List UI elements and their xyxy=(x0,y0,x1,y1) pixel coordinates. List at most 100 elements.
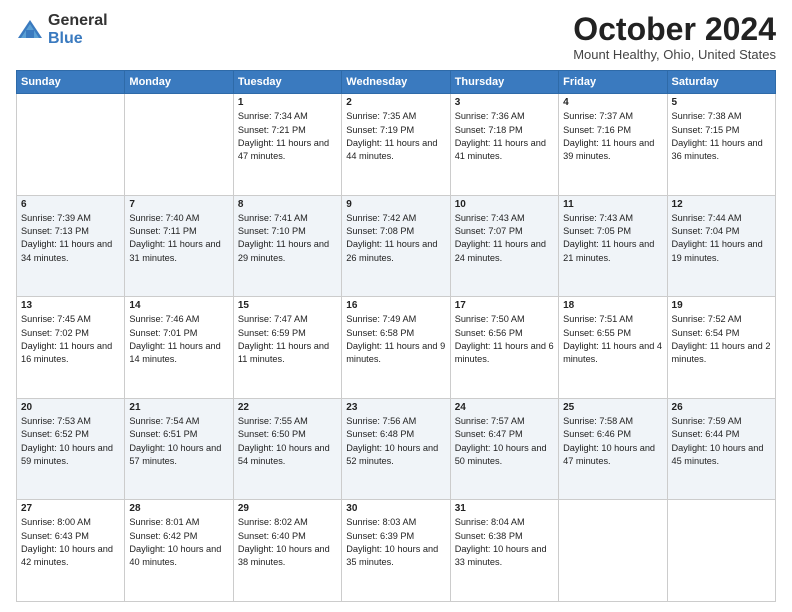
calendar-cell: 28 Sunrise: 8:01 AM Sunset: 6:42 PM Dayli… xyxy=(125,500,233,602)
day-info: Sunrise: 7:54 AM Sunset: 6:51 PM Dayligh… xyxy=(129,415,228,468)
main-title: October 2024 xyxy=(573,12,776,47)
calendar-cell: 17Sunrise: 7:50 AM Sunset: 6:56 PM Dayli… xyxy=(450,297,558,399)
day-info: Sunrise: 7:58 AM Sunset: 6:46 PM Dayligh… xyxy=(563,415,662,468)
day-number: 25 xyxy=(563,402,662,413)
calendar-cell: 20 Sunrise: 7:53 AM Sunset: 6:52 PM Dayli… xyxy=(17,398,125,500)
calendar-cell: 21 Sunrise: 7:54 AM Sunset: 6:51 PM Dayli… xyxy=(125,398,233,500)
day-info: Sunrise: 7:45 AM Sunset: 7:02 PM Dayligh… xyxy=(21,313,120,366)
day-number: 10 xyxy=(455,199,554,210)
calendar-cell: 7Sunrise: 7:40 AM Sunset: 7:11 PM Daylig… xyxy=(125,195,233,297)
calendar-cell: 15 Sunrise: 7:47 AM Sunset: 6:59 PM Dayli… xyxy=(233,297,341,399)
calendar-cell: 18Sunrise: 7:51 AM Sunset: 6:55 PM Dayli… xyxy=(559,297,667,399)
title-block: October 2024 Mount Healthy, Ohio, United… xyxy=(573,12,776,62)
calendar-cell: 19Sunrise: 7:52 AM Sunset: 6:54 PM Dayli… xyxy=(667,297,775,399)
day-info: Sunrise: 7:38 AM Sunset: 7:15 PM Dayligh… xyxy=(672,110,771,163)
day-info: Sunrise: 7:44 AM Sunset: 7:04 PM Dayligh… xyxy=(672,212,771,265)
day-number: 15 xyxy=(238,300,337,311)
day-number: 30 xyxy=(346,503,445,514)
calendar-cell: 24 Sunrise: 7:57 AM Sunset: 6:47 PM Dayli… xyxy=(450,398,558,500)
day-number: 5 xyxy=(672,97,771,108)
day-info: Sunrise: 8:00 AM Sunset: 6:43 PM Dayligh… xyxy=(21,516,120,569)
header: General Blue October 2024 Mount Healthy,… xyxy=(16,12,776,62)
calendar-cell: 16 Sunrise: 7:49 AM Sunset: 6:58 PM Dayli… xyxy=(342,297,450,399)
day-number: 16 xyxy=(346,300,445,311)
day-number: 18 xyxy=(563,300,662,311)
day-info: Sunrise: 7:42 AM Sunset: 7:08 PM Dayligh… xyxy=(346,212,445,265)
day-number: 3 xyxy=(455,97,554,108)
calendar-cell: 29Sunrise: 8:02 AM Sunset: 6:40 PM Dayli… xyxy=(233,500,341,602)
calendar-cell: 26Sunrise: 7:59 AM Sunset: 6:44 PM Dayli… xyxy=(667,398,775,500)
day-info: Sunrise: 7:43 AM Sunset: 7:05 PM Dayligh… xyxy=(563,212,662,265)
calendar-table: Sunday Monday Tuesday Wednesday Thursday… xyxy=(16,70,776,602)
week-row-2: 6Sunrise: 7:39 AM Sunset: 7:13 PM Daylig… xyxy=(17,195,776,297)
day-info: Sunrise: 8:01 AM Sunset: 6:42 PM Dayligh… xyxy=(129,516,228,569)
day-number: 6 xyxy=(21,199,120,210)
week-row-3: 13 Sunrise: 7:45 AM Sunset: 7:02 PM Dayli… xyxy=(17,297,776,399)
week-row-1: 1 Sunrise: 7:34 AM Sunset: 7:21 PM Daylig… xyxy=(17,94,776,196)
day-info: Sunrise: 7:49 AM Sunset: 6:58 PM Dayligh… xyxy=(346,313,445,366)
calendar-cell xyxy=(559,500,667,602)
logo-general-text: General xyxy=(48,12,108,30)
day-number: 22 xyxy=(238,402,337,413)
day-number: 2 xyxy=(346,97,445,108)
day-number: 7 xyxy=(129,199,228,210)
day-number: 23 xyxy=(346,402,445,413)
day-info: Sunrise: 7:47 AM Sunset: 6:59 PM Dayligh… xyxy=(238,313,337,366)
col-wednesday: Wednesday xyxy=(342,71,450,94)
calendar-cell: 2 Sunrise: 7:35 AM Sunset: 7:19 PM Daylig… xyxy=(342,94,450,196)
calendar-cell: 23 Sunrise: 7:56 AM Sunset: 6:48 PM Dayli… xyxy=(342,398,450,500)
col-saturday: Saturday xyxy=(667,71,775,94)
day-info: Sunrise: 7:52 AM Sunset: 6:54 PM Dayligh… xyxy=(672,313,771,366)
week-row-5: 27 Sunrise: 8:00 AM Sunset: 6:43 PM Dayli… xyxy=(17,500,776,602)
calendar-cell: 10 Sunrise: 7:43 AM Sunset: 7:07 PM Dayli… xyxy=(450,195,558,297)
header-row: Sunday Monday Tuesday Wednesday Thursday… xyxy=(17,71,776,94)
day-number: 31 xyxy=(455,503,554,514)
calendar-cell: 12 Sunrise: 7:44 AM Sunset: 7:04 PM Dayli… xyxy=(667,195,775,297)
day-number: 13 xyxy=(21,300,120,311)
day-info: Sunrise: 7:35 AM Sunset: 7:19 PM Dayligh… xyxy=(346,110,445,163)
day-info: Sunrise: 7:55 AM Sunset: 6:50 PM Dayligh… xyxy=(238,415,337,468)
day-number: 8 xyxy=(238,199,337,210)
calendar-cell: 27 Sunrise: 8:00 AM Sunset: 6:43 PM Dayli… xyxy=(17,500,125,602)
day-number: 21 xyxy=(129,402,228,413)
day-info: Sunrise: 8:03 AM Sunset: 6:39 PM Dayligh… xyxy=(346,516,445,569)
col-friday: Friday xyxy=(559,71,667,94)
calendar-cell: 1 Sunrise: 7:34 AM Sunset: 7:21 PM Daylig… xyxy=(233,94,341,196)
calendar-cell xyxy=(667,500,775,602)
day-number: 17 xyxy=(455,300,554,311)
day-number: 20 xyxy=(21,402,120,413)
calendar-cell: 6Sunrise: 7:39 AM Sunset: 7:13 PM Daylig… xyxy=(17,195,125,297)
day-info: Sunrise: 7:56 AM Sunset: 6:48 PM Dayligh… xyxy=(346,415,445,468)
day-info: Sunrise: 7:37 AM Sunset: 7:16 PM Dayligh… xyxy=(563,110,662,163)
calendar-cell: 25 Sunrise: 7:58 AM Sunset: 6:46 PM Dayli… xyxy=(559,398,667,500)
day-info: Sunrise: 7:46 AM Sunset: 7:01 PM Dayligh… xyxy=(129,313,228,366)
calendar-cell: 14 Sunrise: 7:46 AM Sunset: 7:01 PM Dayli… xyxy=(125,297,233,399)
day-number: 4 xyxy=(563,97,662,108)
calendar-cell xyxy=(17,94,125,196)
col-monday: Monday xyxy=(125,71,233,94)
day-number: 24 xyxy=(455,402,554,413)
calendar-cell: 30 Sunrise: 8:03 AM Sunset: 6:39 PM Dayli… xyxy=(342,500,450,602)
col-tuesday: Tuesday xyxy=(233,71,341,94)
day-info: Sunrise: 7:34 AM Sunset: 7:21 PM Dayligh… xyxy=(238,110,337,163)
day-info: Sunrise: 7:53 AM Sunset: 6:52 PM Dayligh… xyxy=(21,415,120,468)
calendar-cell: 22 Sunrise: 7:55 AM Sunset: 6:50 PM Dayli… xyxy=(233,398,341,500)
day-info: Sunrise: 7:43 AM Sunset: 7:07 PM Dayligh… xyxy=(455,212,554,265)
day-number: 12 xyxy=(672,199,771,210)
calendar-cell: 4 Sunrise: 7:37 AM Sunset: 7:16 PM Daylig… xyxy=(559,94,667,196)
calendar-cell: 13 Sunrise: 7:45 AM Sunset: 7:02 PM Dayli… xyxy=(17,297,125,399)
subtitle: Mount Healthy, Ohio, United States xyxy=(573,47,776,62)
day-number: 1 xyxy=(238,97,337,108)
col-sunday: Sunday xyxy=(17,71,125,94)
logo-blue-text: Blue xyxy=(48,30,108,48)
col-thursday: Thursday xyxy=(450,71,558,94)
page: General Blue October 2024 Mount Healthy,… xyxy=(0,0,792,612)
day-number: 27 xyxy=(21,503,120,514)
day-number: 14 xyxy=(129,300,228,311)
day-info: Sunrise: 7:57 AM Sunset: 6:47 PM Dayligh… xyxy=(455,415,554,468)
calendar-cell: 11Sunrise: 7:43 AM Sunset: 7:05 PM Dayli… xyxy=(559,195,667,297)
day-info: Sunrise: 7:36 AM Sunset: 7:18 PM Dayligh… xyxy=(455,110,554,163)
day-number: 28 xyxy=(129,503,228,514)
day-number: 9 xyxy=(346,199,445,210)
day-info: Sunrise: 7:59 AM Sunset: 6:44 PM Dayligh… xyxy=(672,415,771,468)
